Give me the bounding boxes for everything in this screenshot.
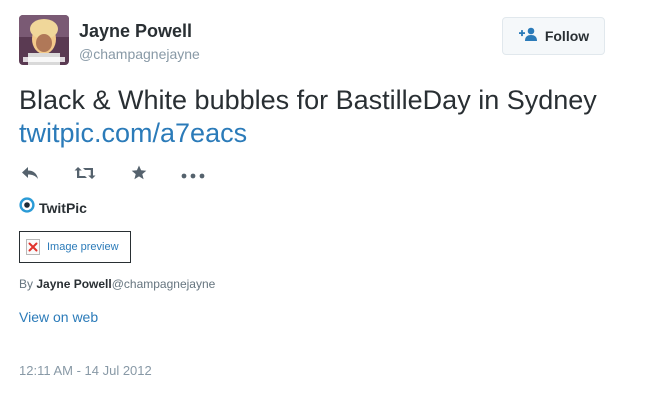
favorite-button[interactable]	[131, 165, 147, 185]
broken-image-icon	[26, 239, 40, 255]
tweet-body: Black & White bubbles for BastilleDay in…	[19, 85, 597, 115]
view-on-web-link[interactable]: View on web	[19, 309, 98, 325]
tweet-text: Black & White bubbles for BastilleDay in…	[19, 84, 619, 150]
avatar[interactable]	[19, 15, 69, 65]
author-handle[interactable]: @champagnejayne	[79, 46, 200, 62]
follow-label: Follow	[544, 28, 590, 44]
image-preview-label: Image preview	[47, 241, 119, 253]
byline-name[interactable]: Jayne Powell	[36, 277, 111, 291]
byline-handle[interactable]: @champagnejayne	[112, 277, 216, 291]
more-button[interactable]	[181, 165, 205, 185]
favorite-icon	[131, 165, 147, 185]
byline-prefix: By	[19, 277, 34, 291]
card-byline: By Jayne Powell@champagnejayne	[19, 277, 215, 291]
image-preview[interactable]: Image preview	[19, 231, 131, 263]
tweet-link[interactable]: twitpic.com/a7eacs	[19, 118, 247, 148]
card-source[interactable]: TwitPic	[19, 197, 87, 218]
follow-button[interactable]: Follow	[502, 17, 605, 55]
add-user-icon	[518, 27, 538, 46]
reply-button[interactable]	[21, 165, 39, 185]
reply-icon	[21, 166, 39, 185]
twitpic-logo-icon	[19, 197, 35, 218]
retweet-icon	[74, 166, 96, 185]
more-icon	[181, 166, 205, 184]
tweet-timestamp[interactable]: 12:11 AM - 14 Jul 2012	[19, 363, 152, 378]
retweet-button[interactable]	[74, 165, 96, 185]
author-name[interactable]: Jayne Powell	[79, 21, 192, 42]
card-source-name: TwitPic	[39, 199, 87, 216]
